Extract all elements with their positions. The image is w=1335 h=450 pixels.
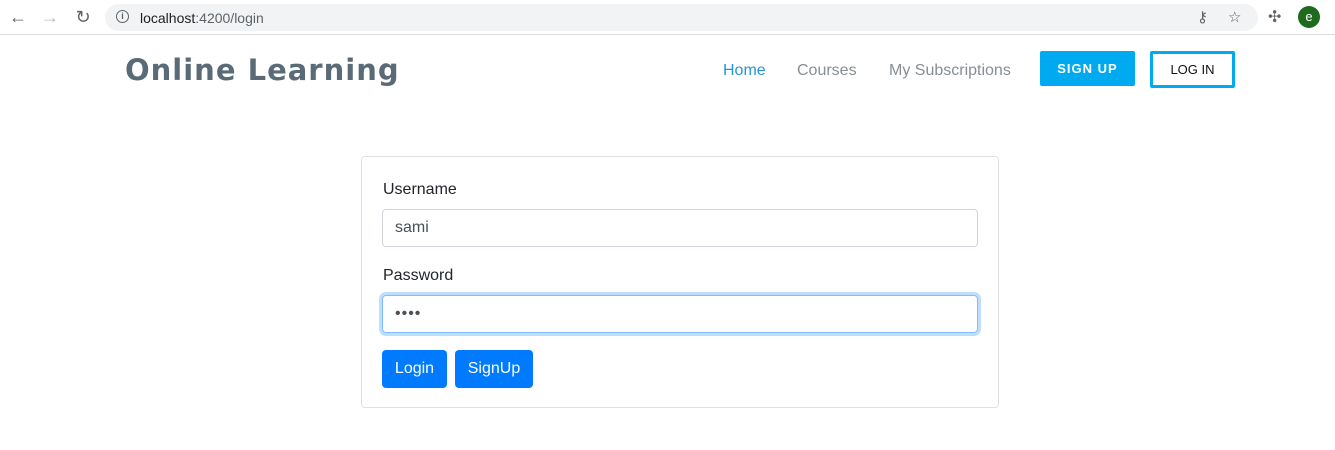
header-signup-button[interactable]: SIGN UP [1040,51,1135,86]
signup-button[interactable]: SignUp [455,350,533,388]
password-input[interactable]: •••• [382,295,978,333]
username-input[interactable]: sami [382,209,978,247]
password-label: Password [383,267,454,284]
back-arrow-icon[interactable]: ← [7,6,29,28]
key-icon[interactable]: ⚷ [1197,8,1208,26]
login-button[interactable]: Login [382,350,447,388]
info-icon[interactable]: i [116,10,129,23]
nav-subscriptions-link[interactable]: My Subscriptions [889,62,1011,80]
url-text: localhost:4200/login [140,10,264,26]
nav-home-link[interactable]: Home [723,62,766,80]
forward-arrow-icon[interactable]: → [39,6,61,28]
login-card: Username sami Password •••• Login SignUp [361,156,999,408]
browser-toolbar: ← → ↻ i localhost:4200/login ⚷ ☆ ✣ e [0,0,1335,35]
header-login-button[interactable]: LOG IN [1150,51,1235,88]
extensions-icon[interactable]: ✣ [1268,7,1281,27]
reload-icon[interactable]: ↻ [72,6,94,28]
brand-title[interactable]: Online Learning [125,53,400,87]
address-bar[interactable]: i localhost:4200/login ⚷ ☆ [105,4,1258,31]
profile-avatar[interactable]: e [1298,6,1320,28]
star-icon[interactable]: ☆ [1228,8,1241,26]
nav-courses-link[interactable]: Courses [797,62,857,80]
username-label: Username [383,181,457,198]
